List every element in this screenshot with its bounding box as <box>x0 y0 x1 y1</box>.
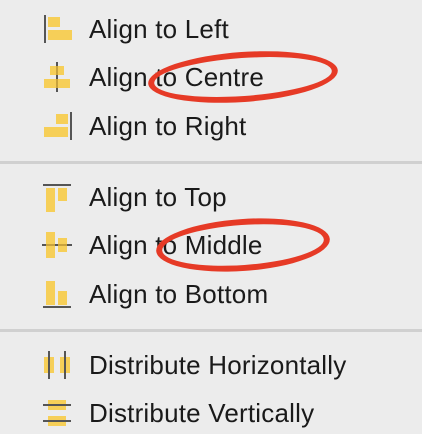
align-bottom-icon <box>40 278 74 310</box>
distribute-horizontally-icon <box>40 349 74 381</box>
align-right-icon <box>40 110 74 142</box>
menu-item-label: Distribute Vertically <box>89 398 315 428</box>
menu-separator <box>0 329 422 332</box>
menu-item-align-to-middle[interactable]: Align to Middle <box>0 225 422 265</box>
align-left-icon <box>40 13 74 45</box>
align-top-icon <box>40 181 74 213</box>
distribute-vertically-icon <box>40 397 74 429</box>
menu-item-align-to-bottom[interactable]: Align to Bottom <box>0 274 422 314</box>
menu-item-label: Align to Left <box>89 14 229 44</box>
menu-item-label: Align to Centre <box>89 62 264 92</box>
menu-item-label: Distribute Horizontally <box>89 350 347 380</box>
menu-item-label: Align to Bottom <box>89 279 269 309</box>
menu-item-align-to-centre[interactable]: Align to Centre <box>0 57 422 97</box>
menu-item-label: Align to Middle <box>89 230 263 260</box>
menu-item-align-to-right[interactable]: Align to Right <box>0 106 422 146</box>
align-menu: Align to Left Align to Centre Align to R… <box>0 0 422 434</box>
menu-item-label: Align to Top <box>89 182 227 212</box>
menu-item-align-to-left[interactable]: Align to Left <box>0 9 422 49</box>
menu-item-label: Align to Right <box>89 111 247 141</box>
menu-item-align-to-top[interactable]: Align to Top <box>0 177 422 217</box>
menu-separator <box>0 161 422 164</box>
menu-item-distribute-vertically[interactable]: Distribute Vertically <box>0 393 422 433</box>
menu-item-distribute-horizontally[interactable]: Distribute Horizontally <box>0 345 422 385</box>
align-middle-icon <box>40 229 74 261</box>
align-centre-icon <box>40 61 74 93</box>
